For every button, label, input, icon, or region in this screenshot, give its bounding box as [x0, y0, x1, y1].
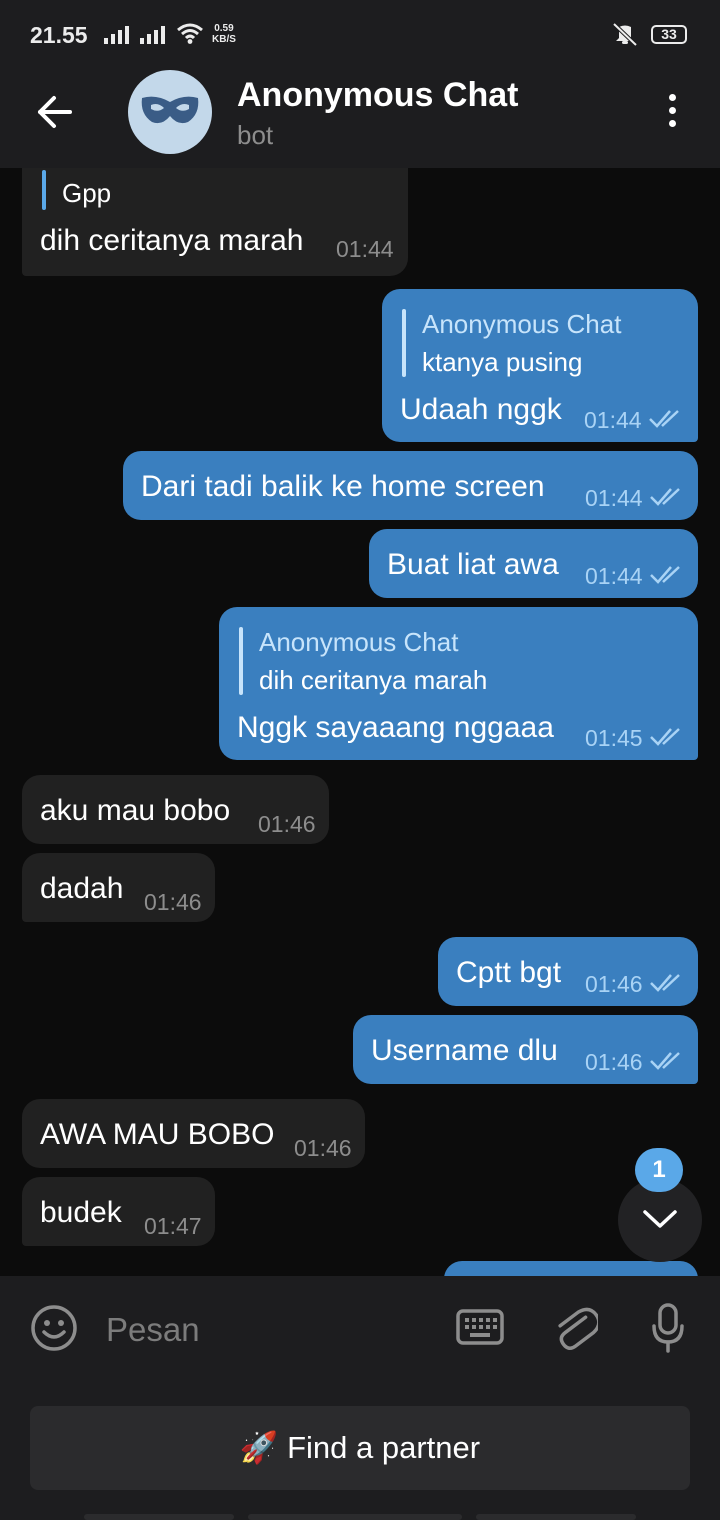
- network-speed: 0.59 KB/S: [212, 23, 236, 45]
- message-bubble[interactable]: Anonymous Chat ktanya pusing Udaah nggk …: [382, 289, 698, 442]
- message-text: Udaah nggk: [400, 393, 562, 426]
- attach-button[interactable]: [554, 1302, 601, 1359]
- keyboard-row-hint: [84, 1514, 234, 1520]
- chat-header: Anonymous Chat bot: [0, 56, 720, 168]
- message-bubble[interactable]: Anonymous Chat dih ceritanya marah Nggk …: [219, 607, 698, 760]
- signal-icon: [140, 26, 165, 44]
- battery-icon: 33: [651, 25, 687, 44]
- microphone-icon: [652, 1303, 684, 1353]
- status-bar: 21.55 0.59 KB/S 33: [0, 0, 720, 56]
- message-text: dih ceritanya marah: [40, 224, 304, 257]
- reply-preview-text: ktanya pusing: [422, 347, 583, 377]
- more-options-button[interactable]: [654, 88, 690, 136]
- message-time: 01:46: [585, 1049, 643, 1075]
- message-text: Cptt bgt: [456, 956, 562, 989]
- double-check-icon: [650, 728, 680, 746]
- keyboard-row-hint: [476, 1514, 636, 1520]
- signal-icon: [104, 26, 129, 44]
- message-time: 01:45: [585, 725, 643, 751]
- message-time: 01:46: [294, 1135, 352, 1161]
- reply-sender-name: Anonymous Chat: [259, 627, 459, 657]
- message-bubble[interactable]: Username dlu 01:46: [353, 1015, 698, 1084]
- reply-sender-name: Anonymous Chat: [422, 309, 622, 339]
- voice-message-button[interactable]: [650, 1302, 686, 1359]
- bot-reply-keyboard: 🚀 Find a partner: [0, 1382, 720, 1520]
- message-time: 01:44: [585, 485, 643, 511]
- message-text: AWA MAU BOBO: [40, 1118, 275, 1151]
- find-partner-button[interactable]: 🚀 Find a partner: [30, 1406, 690, 1490]
- chat-title[interactable]: Anonymous Chat: [237, 76, 518, 115]
- back-button[interactable]: [30, 86, 82, 138]
- smiley-icon: [31, 1305, 77, 1351]
- keyboard-row-hint: [248, 1514, 462, 1520]
- double-check-icon: [650, 974, 680, 992]
- message-time: 01:46: [585, 971, 643, 997]
- double-check-icon: [649, 410, 679, 428]
- bot-keyboard-toggle-button[interactable]: [456, 1308, 504, 1351]
- status-time: 21.55: [30, 22, 88, 48]
- paperclip-icon: [558, 1307, 601, 1351]
- double-check-icon: [650, 488, 680, 506]
- message-bubble[interactable]: Gpp dih ceritanya marah 01:44: [22, 168, 408, 276]
- message-time: 01:46: [258, 811, 316, 837]
- double-check-icon: [650, 1052, 680, 1070]
- avatar[interactable]: [128, 70, 212, 154]
- message-text: Dari tadi balik ke home screen: [141, 470, 545, 503]
- message-time: 01:44: [584, 407, 642, 433]
- unread-count-badge: 1: [635, 1148, 683, 1192]
- message-text: Buat liat awa: [387, 548, 559, 581]
- wifi-icon: [176, 22, 204, 49]
- double-check-icon: [650, 566, 680, 584]
- message-bubble[interactable]: Cptt bgt 01:46: [438, 937, 698, 1006]
- message-time: 01:44: [336, 236, 394, 262]
- message-list[interactable]: Gpp dih ceritanya marah 01:44 Anonymous …: [0, 168, 720, 1276]
- message-input[interactable]: [104, 1306, 438, 1354]
- message-bubble[interactable]: aku mau bobo 01:46: [22, 775, 329, 844]
- message-bubble[interactable]: AWA MAU BOBO 01:46: [22, 1099, 365, 1168]
- mute-vibrate-icon: [610, 22, 640, 51]
- chat-subtitle: bot: [237, 120, 274, 150]
- message-bubble[interactable]: [444, 1261, 698, 1276]
- message-text: aku mau bobo: [40, 794, 231, 827]
- dot: [668, 94, 676, 101]
- reply-preview-text: Gpp: [62, 178, 112, 208]
- message-time: 01:46: [144, 889, 202, 915]
- keyboard-icon: [456, 1309, 504, 1345]
- message-bubble[interactable]: budek 01:47: [22, 1177, 215, 1246]
- message-text: budek: [40, 1196, 122, 1229]
- chevron-down-icon: [643, 1210, 677, 1228]
- message-bubble[interactable]: Dari tadi balik ke home screen 01:44: [123, 451, 698, 520]
- message-time: 01:44: [585, 563, 643, 589]
- message-bubble[interactable]: dadah 01:46: [22, 853, 215, 922]
- message-text: dadah: [40, 872, 124, 905]
- reply-preview-text: dih ceritanya marah: [259, 665, 488, 695]
- message-bubble[interactable]: Buat liat awa 01:44: [369, 529, 698, 598]
- emoji-button[interactable]: [30, 1304, 78, 1357]
- mask-icon: [141, 96, 199, 124]
- message-composer: [0, 1276, 720, 1382]
- message-text: Username dlu: [371, 1034, 558, 1067]
- arrow-left-icon: [38, 96, 72, 128]
- message-time: 01:47: [144, 1213, 202, 1239]
- message-text: Nggk sayaaang nggaaa: [237, 711, 554, 744]
